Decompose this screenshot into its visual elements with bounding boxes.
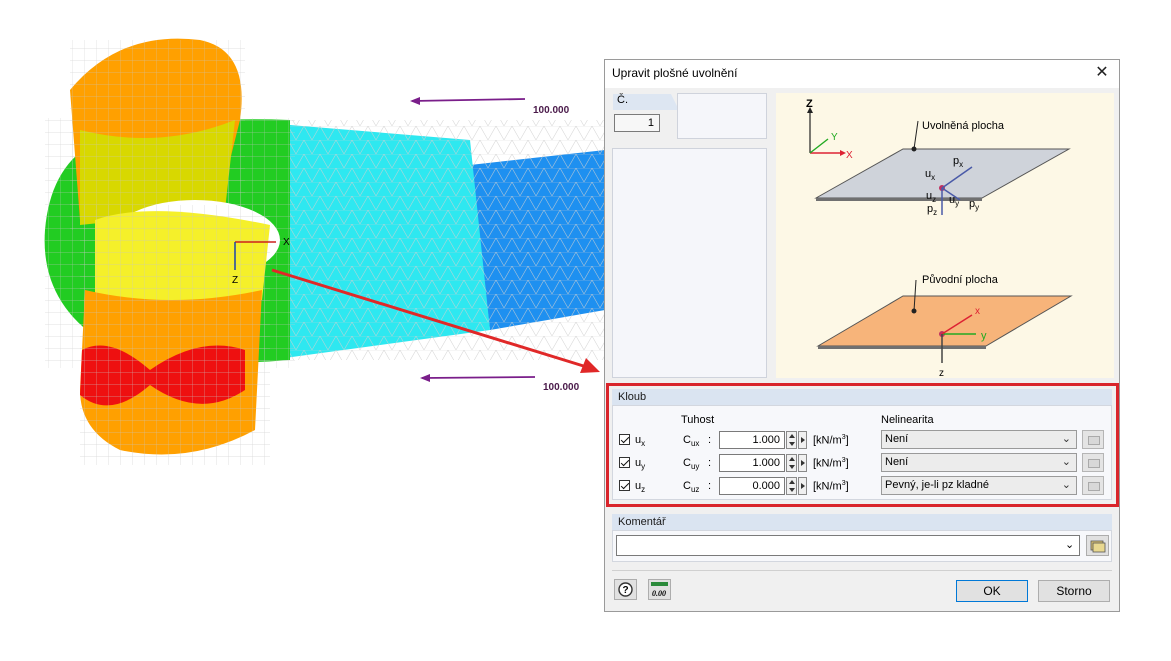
- local-axis-z: z: [939, 368, 944, 378]
- scene-axis-z: Z: [232, 275, 238, 286]
- chevron-down-icon[interactable]: ⌄: [1065, 538, 1074, 551]
- release-diagram-graphic: Z X Y Uvolněná plocha px ux uz uy py pz: [806, 98, 1073, 379]
- load-value-label: 100.000: [533, 105, 570, 116]
- ok-button[interactable]: OK: [956, 580, 1028, 602]
- number-label: Č.: [613, 94, 679, 110]
- units-decimals-button[interactable]: 0.00: [648, 579, 671, 600]
- name-panel: [677, 93, 767, 139]
- hinge-highlight-frame: [606, 383, 1119, 507]
- load-value-label: 100.000: [543, 382, 580, 393]
- close-icon[interactable]: ✕: [1091, 62, 1113, 84]
- help-icon: ?: [618, 582, 633, 597]
- dialog-title: Upravit plošné uvolnění: [612, 66, 738, 80]
- folder-icon: [1090, 540, 1106, 553]
- global-axis-x: X: [846, 150, 853, 161]
- local-axis-y: y: [981, 330, 987, 342]
- svg-text:0.00: 0.00: [652, 589, 666, 598]
- comment-input[interactable]: [616, 535, 1080, 556]
- global-axis-y: Y: [831, 132, 838, 143]
- edit-surface-release-dialog: Upravit plošné uvolnění ✕ Č. 1 Z X Y Uvo…: [604, 59, 1120, 612]
- help-button[interactable]: ?: [614, 579, 637, 600]
- svg-text:?: ?: [623, 585, 629, 596]
- original-surface: [816, 295, 1073, 347]
- number-field[interactable]: 1: [614, 114, 660, 132]
- comment-group-header: Komentář: [612, 514, 1112, 530]
- list-panel[interactable]: [612, 148, 767, 378]
- original-surface-label: Původní plocha: [922, 274, 999, 286]
- global-axis-z: Z: [806, 98, 813, 110]
- release-diagram: Z X Y Uvolněná plocha px ux uz uy py pz: [776, 93, 1114, 379]
- cancel-button[interactable]: Storno: [1038, 580, 1110, 602]
- comment-library-button[interactable]: [1086, 535, 1109, 556]
- scene-axis-x: X: [283, 237, 290, 248]
- released-surface-label: Uvolněná plocha: [922, 120, 1005, 132]
- decimals-icon: 0.00: [651, 582, 668, 598]
- separator: [612, 570, 1112, 571]
- local-axis-x: x: [975, 306, 980, 317]
- symbol-pz: pz: [927, 203, 937, 217]
- title-bar: Upravit plošné uvolnění ✕: [605, 60, 1119, 88]
